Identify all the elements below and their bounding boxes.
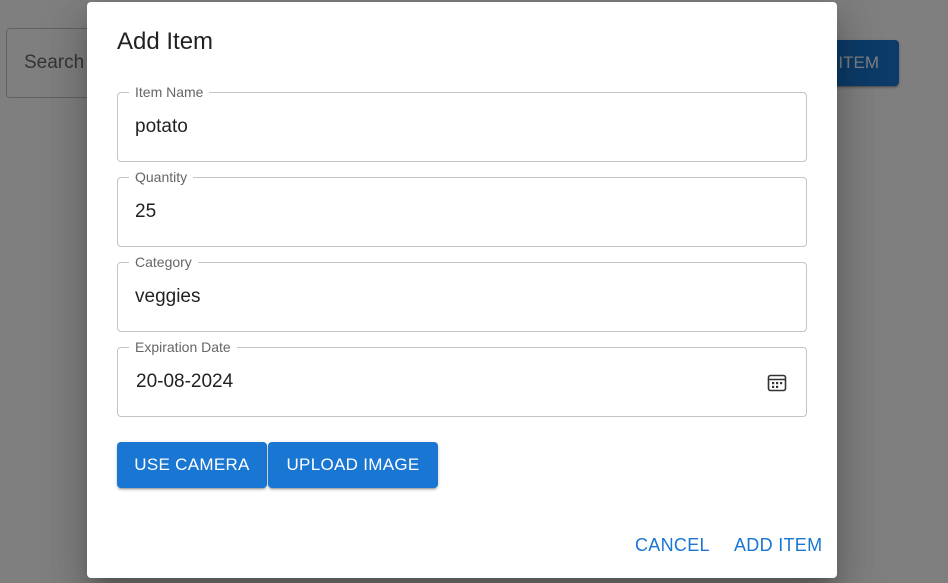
quantity-input[interactable]: 25 <box>135 200 156 224</box>
expiration-date-label: Expiration Date <box>129 338 237 356</box>
dialog-title: Add Item <box>117 28 214 55</box>
expiration-date-field[interactable]: Expiration Date 20-08-2024 <box>117 338 807 417</box>
item-name-field[interactable]: Item Name potato <box>117 83 807 162</box>
use-camera-button[interactable]: USE CAMERA <box>117 442 267 488</box>
item-name-label: Item Name <box>129 83 210 101</box>
use-camera-label: USE CAMERA <box>134 455 250 474</box>
cancel-button[interactable]: CANCEL <box>635 533 710 557</box>
item-name-input[interactable]: potato <box>135 115 188 139</box>
upload-image-label: UPLOAD IMAGE <box>286 455 420 474</box>
expiration-date-input[interactable]: 20-08-2024 <box>136 370 233 394</box>
add-item-dialog: Add Item Item Name potato Quantity 25 Ca… <box>87 2 837 578</box>
quantity-field[interactable]: Quantity 25 <box>117 168 807 247</box>
category-input[interactable]: veggies <box>135 285 201 309</box>
category-field[interactable]: Category veggies <box>117 253 807 332</box>
quantity-label: Quantity <box>129 168 194 186</box>
calendar-icon[interactable] <box>766 372 788 394</box>
upload-image-button[interactable]: UPLOAD IMAGE <box>268 442 438 488</box>
category-label: Category <box>129 253 198 271</box>
add-item-button[interactable]: ADD ITEM <box>734 533 822 557</box>
